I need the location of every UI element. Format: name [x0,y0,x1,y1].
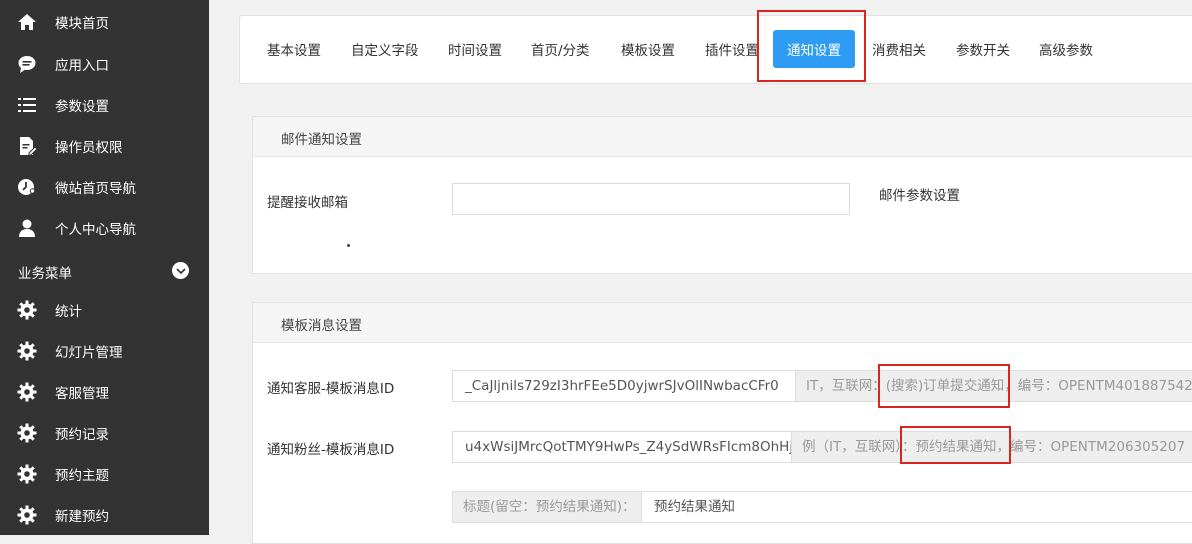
template-message-panel: 模板消息设置 通知客服-模板消息ID _CaJljnils729zI3hrFEe… [252,302,1192,544]
sidebar-item-app-entry[interactable]: 应用入口 [0,43,209,84]
sidebar-item-new-booking[interactable]: 新建预约 [0,494,209,535]
fan-template-label: 通知粉丝-模板消息ID [267,442,395,458]
sidebar-item-module-home[interactable]: 模块首页 [0,1,209,42]
sidebar-section-business-menu[interactable]: 业务菜单 [0,256,209,284]
tab-basic-settings[interactable]: 基本设置 [267,39,321,59]
tab-notification-settings[interactable]: 通知设置 [773,30,855,68]
panel-title: 模板消息设置 [281,318,362,334]
sidebar-item-customer-service[interactable]: 客服管理 [0,371,209,412]
tab-template-settings[interactable]: 模板设置 [621,39,675,59]
gear-icon [16,422,38,444]
tab-time-settings[interactable]: 时间设置 [448,39,502,59]
tab-param-switches[interactable]: 参数开关 [956,39,1010,59]
settings-tab-bar: 基本设置 自定义字段 时间设置 首页/分类 模板设置 插件设置 通知设置 消费相… [239,15,1192,84]
reminder-email-input[interactable] [452,183,850,215]
clock-person-icon [16,176,38,198]
tab-home-category[interactable]: 首页/分类 [531,39,590,59]
cs-template-id-input[interactable]: _CaJljnils729zI3hrFEe5D0yjwrSJvOlINwbacC… [452,370,796,402]
sidebar-item-label: 预约主题 [55,467,109,484]
gear-icon [16,463,38,485]
cs-template-label: 通知客服-模板消息ID [267,381,395,397]
title-addon-label: 标题(留空：预约结果通知)： [452,491,642,523]
chat-bubble-icon [16,53,38,75]
sidebar-item-slideshow[interactable]: 幻灯片管理 [0,330,209,371]
gear-icon [16,340,38,362]
sidebar-item-booking-records[interactable]: 预约记录 [0,412,209,453]
sidebar-item-microsite-nav[interactable]: 微站首页导航 [0,166,209,207]
sidebar-item-label: 模块首页 [55,15,109,32]
sidebar-item-label: 微站首页导航 [55,180,136,197]
dot-marker [347,244,350,247]
main-content: 基本设置 自定义字段 时间设置 首页/分类 模板设置 插件设置 通知设置 消费相… [209,0,1192,544]
sidebar-item-label: 应用入口 [55,57,109,74]
user-icon [16,217,38,239]
sidebar-item-label: 预约记录 [55,426,109,443]
tab-consumption[interactable]: 消费相关 [872,39,926,59]
home-icon [16,11,38,33]
sidebar-item-label: 参数设置 [55,98,109,115]
sidebar-item-label: 客服管理 [55,385,109,402]
edit-document-icon [16,135,38,157]
email-notification-panel: 邮件通知设置 提醒接收邮箱 邮件参数设置 [252,116,1192,274]
sidebar-item-statistics[interactable]: 统计 [0,289,209,330]
email-params-link[interactable]: 邮件参数设置 [879,184,960,204]
sidebar: 模块首页 应用入口 参数设置 操作员权限 微站首页导航 个人中心导航 业务菜单 [0,0,209,535]
sidebar-item-params[interactable]: 参数设置 [0,84,209,125]
tab-custom-fields[interactable]: 自定义字段 [351,39,419,59]
gear-icon [16,504,38,526]
notification-title-input[interactable]: 预约结果通知 [641,491,1192,523]
sidebar-item-booking-topics[interactable]: 预约主题 [0,453,209,494]
gear-icon [16,299,38,321]
sidebar-item-personal-center-nav[interactable]: 个人中心导航 [0,207,209,248]
fan-template-id-input[interactable]: u4xWsiJMrcQotTMY9HwPs_Z4ySdWRsFIcm8OhHj [452,431,792,463]
sidebar-item-label: 新建预约 [55,508,109,525]
sidebar-section-label: 业务菜单 [18,266,72,282]
chevron-down-icon[interactable] [172,262,189,279]
sidebar-item-label: 个人中心导航 [55,221,136,238]
panel-header: 模板消息设置 [253,303,1192,343]
cs-template-hint: IT，互联网：(搜索)订单提交通知，编号：OPENTM401887542 [795,370,1192,402]
list-settings-icon [16,94,38,116]
tab-plugin-settings[interactable]: 插件设置 [705,39,759,59]
gear-icon [16,381,38,403]
fan-template-hint: 例（IT，互联网）：预约结果通知，编号：OPENTM206305207 [791,431,1192,463]
panel-header: 邮件通知设置 [253,117,1192,157]
sidebar-item-label: 幻灯片管理 [55,344,123,361]
panel-title: 邮件通知设置 [281,132,362,148]
email-field-label: 提醒接收邮箱 [267,195,348,211]
tab-advanced-params[interactable]: 高级参数 [1039,39,1093,59]
sidebar-item-label: 操作员权限 [55,139,123,156]
sidebar-item-label: 统计 [55,303,82,320]
sidebar-item-operator-permissions[interactable]: 操作员权限 [0,125,209,166]
